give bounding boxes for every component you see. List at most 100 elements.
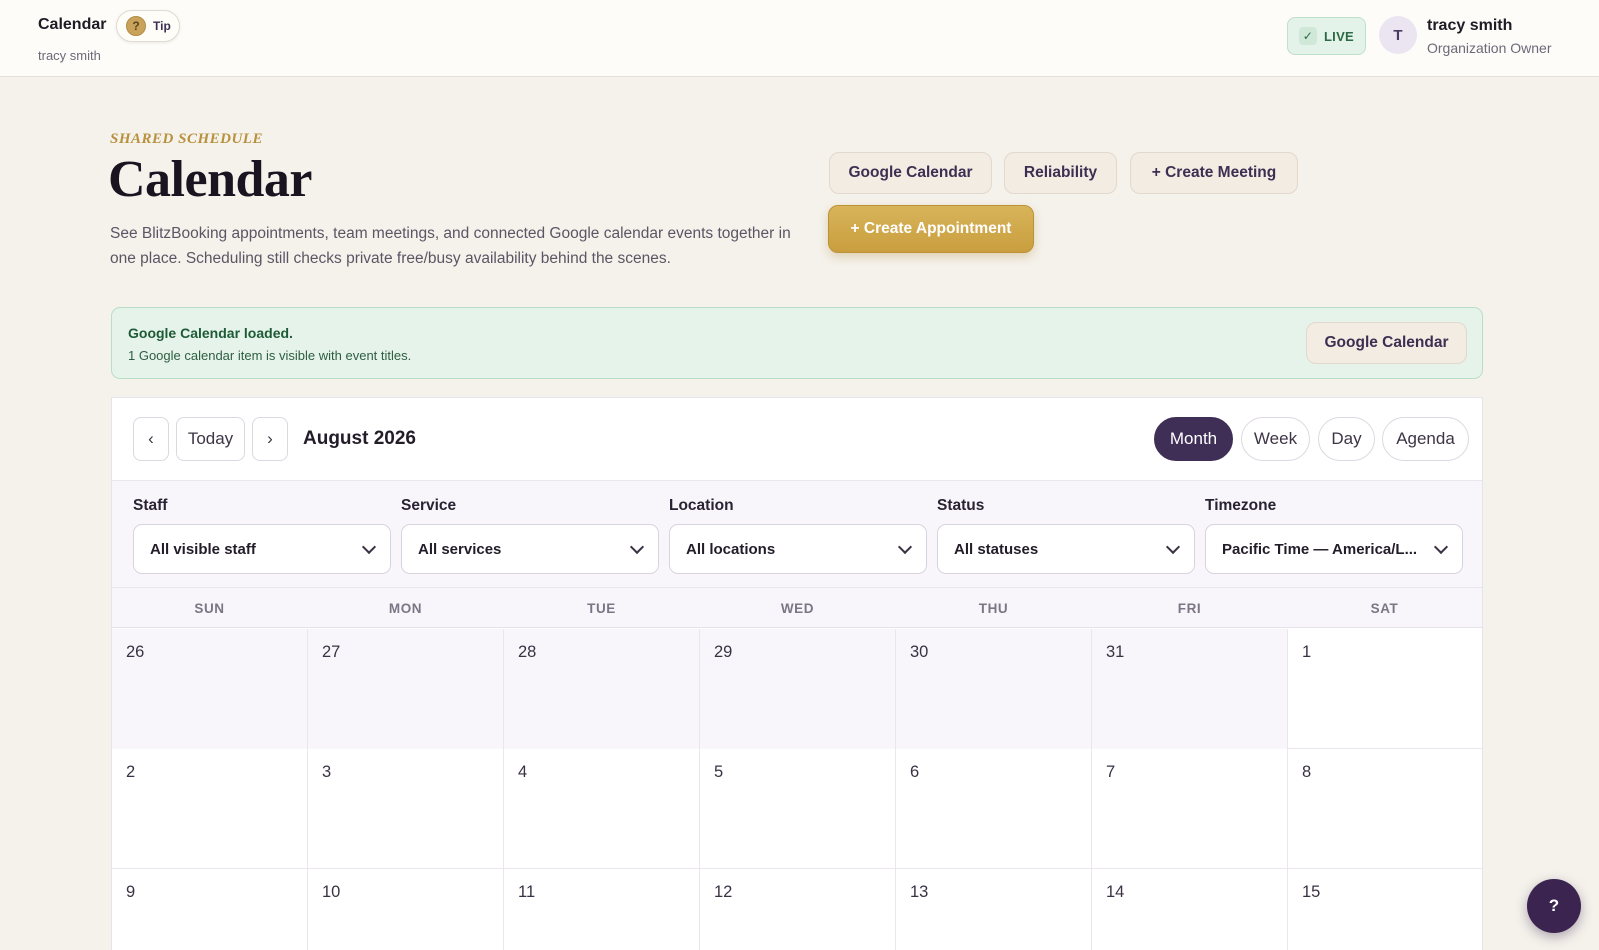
filter-label-location: Location	[669, 497, 734, 514]
day-number: 31	[1106, 643, 1125, 661]
page-title: Calendar	[108, 151, 313, 208]
banner-google-calendar-button[interactable]: Google Calendar	[1306, 322, 1467, 364]
create-meeting-button[interactable]: + Create Meeting	[1130, 152, 1298, 194]
weekday-header: SAT	[1370, 600, 1399, 616]
calendar-day-cell[interactable]: 4	[504, 749, 700, 869]
day-number: 2	[126, 763, 136, 781]
calendar-day-cell[interactable]: 12	[700, 869, 896, 950]
app-subtitle: tracy smith	[38, 48, 101, 63]
calendar-day-cell[interactable]: 15	[1288, 869, 1482, 950]
calendar-panel: ‹ Today › August 2026 Month Week Day Age…	[111, 397, 1483, 950]
view-month-button[interactable]: Month	[1154, 417, 1233, 461]
chevron-down-icon	[1433, 539, 1449, 555]
calendar-day-cell[interactable]: 5	[700, 749, 896, 869]
day-number: 30	[910, 643, 929, 661]
chevron-down-icon	[361, 539, 377, 555]
filter-label-service: Service	[401, 497, 457, 514]
create-appointment-button[interactable]: + Create Appointment	[828, 205, 1034, 253]
weekday-header: WED	[780, 600, 815, 616]
avatar[interactable]: T	[1379, 16, 1417, 54]
live-status-badge: ✓ LIVE	[1287, 17, 1366, 55]
day-number: 1	[1302, 643, 1312, 661]
location-select-value: All locations	[686, 540, 776, 558]
prev-month-button[interactable]: ‹	[133, 417, 169, 461]
day-number: 7	[1106, 763, 1116, 781]
day-number: 28	[518, 643, 537, 661]
weekday-header: TUE	[587, 600, 616, 616]
weekday-header: SUN	[194, 600, 225, 616]
calendar-day-cell[interactable]: 11	[504, 869, 700, 950]
view-day-button[interactable]: Day	[1318, 417, 1375, 461]
day-number: 13	[910, 883, 929, 901]
day-number: 29	[714, 643, 733, 661]
google-calendar-banner: Google Calendar loaded. 1 Google calenda…	[111, 307, 1483, 379]
timezone-select-value: Pacific Time — America/L...	[1222, 540, 1418, 558]
app-title: Calendar	[38, 16, 107, 33]
service-select-value: All services	[418, 540, 502, 558]
timezone-select[interactable]: Pacific Time — America/L...	[1205, 524, 1463, 574]
staff-select[interactable]: All visible staff	[133, 524, 391, 574]
calendar-day-cell[interactable]: 6	[896, 749, 1092, 869]
calendar-day-cell[interactable]: 28	[504, 629, 700, 749]
calendar-day-cell[interactable]: 31	[1092, 629, 1288, 749]
filter-row: Staff All visible staff Service All serv…	[112, 480, 1482, 588]
tip-label: Tip	[153, 19, 171, 33]
day-number: 8	[1302, 763, 1312, 781]
month-label: August 2026	[303, 428, 416, 449]
filter-label-status: Status	[937, 497, 985, 514]
calendar-day-cell[interactable]: 10	[308, 869, 504, 950]
calendar-week-row: 26 27 28 29 30 31 1	[112, 629, 1482, 749]
chevron-down-icon	[1165, 539, 1181, 555]
tip-button[interactable]: ? Tip	[116, 10, 180, 42]
calendar-day-cell[interactable]: 3	[308, 749, 504, 869]
day-number: 14	[1106, 883, 1125, 901]
calendar-day-cell[interactable]: 9	[112, 869, 308, 950]
status-select-value: All statuses	[954, 540, 1039, 558]
calendar-day-cell[interactable]: 7	[1092, 749, 1288, 869]
calendar-day-cell[interactable]: 14	[1092, 869, 1288, 950]
banner-text: 1 Google calendar item is visible with e…	[128, 348, 412, 363]
reliability-button[interactable]: Reliability	[1004, 152, 1117, 194]
calendar-day-cell[interactable]: 29	[700, 629, 896, 749]
chevron-down-icon	[897, 539, 913, 555]
day-number: 26	[126, 643, 145, 661]
banner-title: Google Calendar loaded.	[128, 325, 293, 341]
day-number: 27	[322, 643, 341, 661]
view-week-button[interactable]: Week	[1241, 417, 1310, 461]
day-number: 3	[322, 763, 332, 781]
help-icon: ?	[126, 16, 146, 36]
user-name: tracy smith	[1427, 17, 1513, 34]
day-number: 6	[910, 763, 920, 781]
user-role: Organization Owner	[1427, 40, 1552, 56]
chevron-down-icon	[629, 539, 645, 555]
view-agenda-button[interactable]: Agenda	[1382, 417, 1469, 461]
calendar-day-cell[interactable]: 30	[896, 629, 1092, 749]
calendar-day-cell[interactable]: 13	[896, 869, 1092, 950]
day-number: 9	[126, 883, 136, 901]
calendar-day-cell[interactable]: 26	[112, 629, 308, 749]
page-description: See BlitzBooking appointments, team meet…	[110, 225, 791, 267]
service-select[interactable]: All services	[401, 524, 659, 574]
weekday-header: MON	[388, 600, 423, 616]
day-number: 11	[518, 883, 536, 901]
day-number: 10	[322, 883, 341, 901]
check-icon: ✓	[1298, 27, 1317, 45]
calendar-day-cell[interactable]: 8	[1288, 749, 1482, 869]
today-button[interactable]: Today	[176, 417, 245, 461]
day-number: 4	[518, 763, 528, 781]
top-bar: Calendar tracy smith ? Tip ✓ LIVE T trac…	[0, 0, 1599, 77]
status-select[interactable]: All statuses	[937, 524, 1195, 574]
calendar-day-cell[interactable]: 1	[1288, 629, 1482, 749]
staff-select-value: All visible staff	[150, 540, 256, 558]
live-label: LIVE	[1323, 28, 1355, 44]
location-select[interactable]: All locations	[669, 524, 927, 574]
calendar-week-row: 9 10 11 12 13 14 15	[112, 869, 1482, 950]
calendar-day-cell[interactable]: 27	[308, 629, 504, 749]
google-calendar-button[interactable]: Google Calendar	[829, 152, 992, 194]
day-number: 5	[714, 763, 724, 781]
next-month-button[interactable]: ›	[252, 417, 288, 461]
calendar-week-row: 2 3 4 5 6 7 8	[112, 749, 1482, 869]
help-button[interactable]: ?	[1527, 879, 1581, 933]
calendar-day-cell[interactable]: 2	[112, 749, 308, 869]
filter-label-staff: Staff	[133, 497, 168, 514]
